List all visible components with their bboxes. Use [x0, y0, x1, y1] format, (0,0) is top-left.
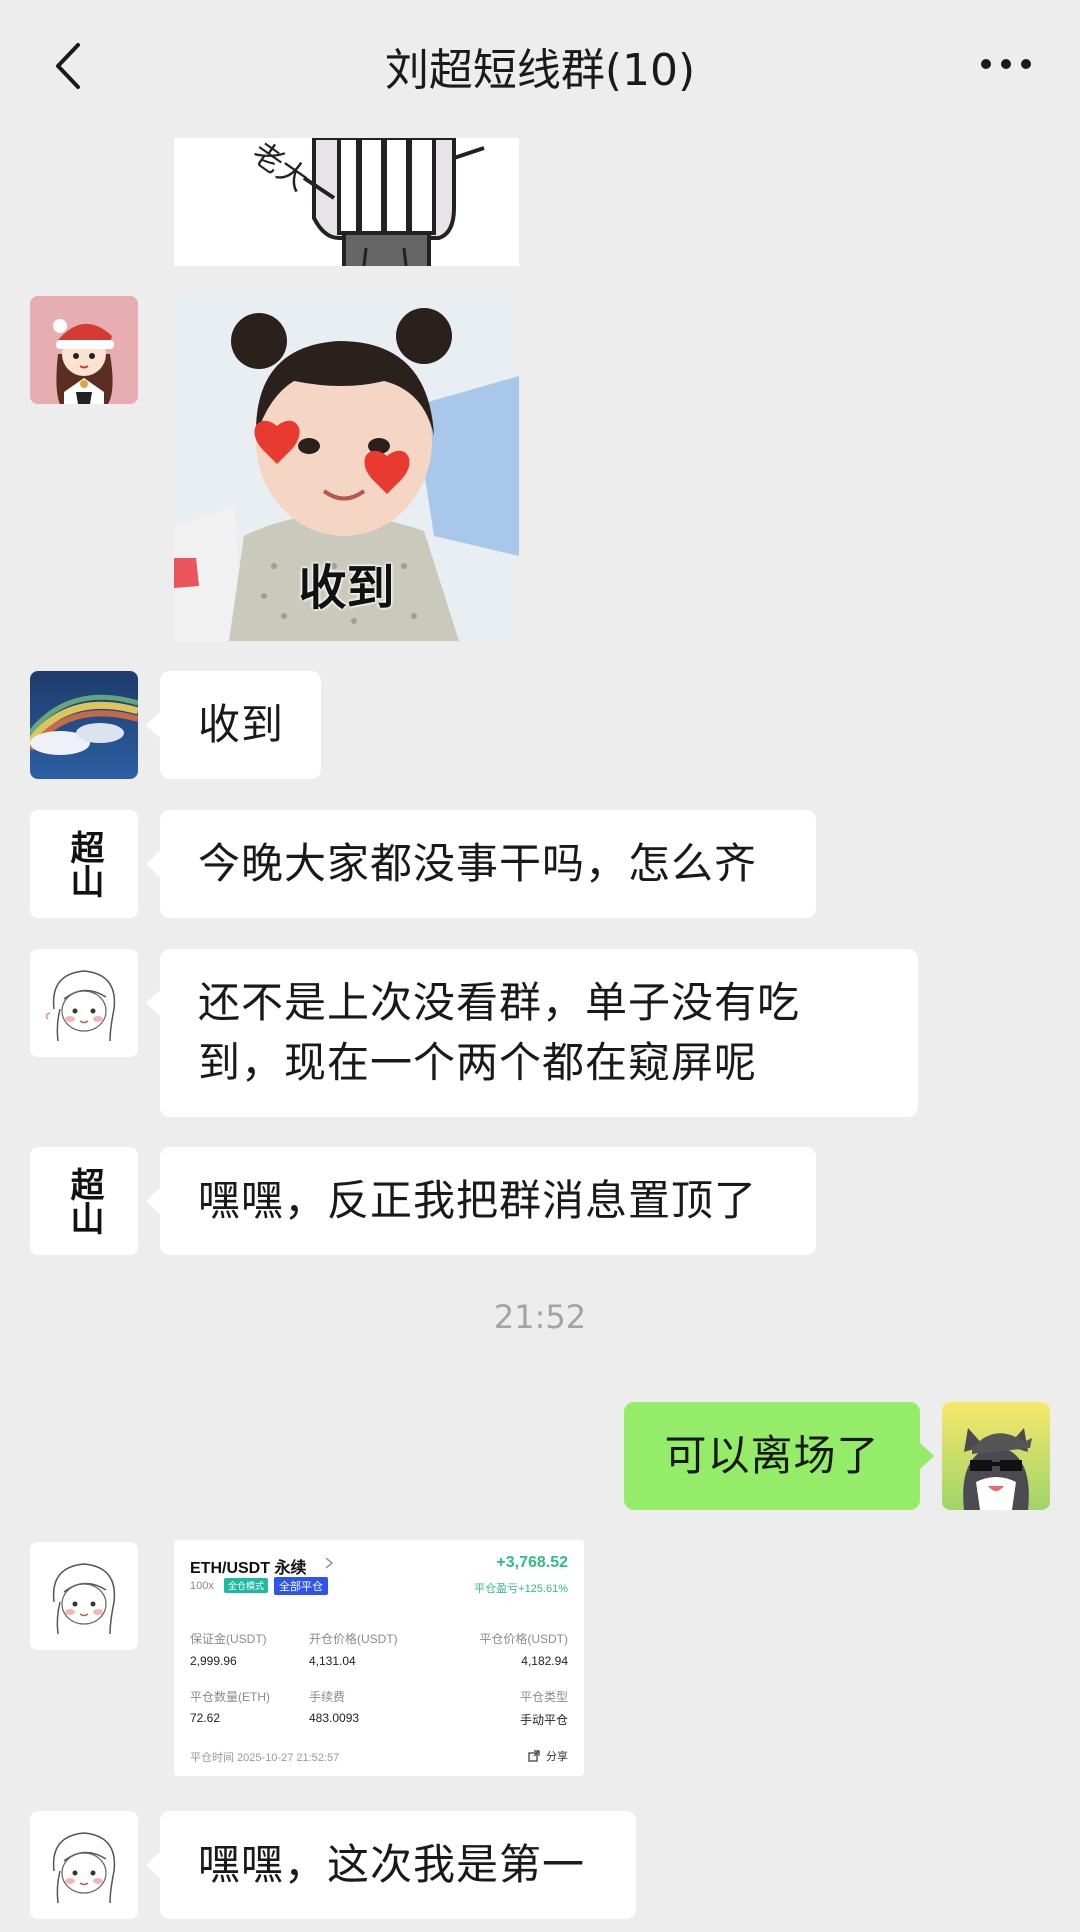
- avatar-sketch-girl[interactable]: [30, 1542, 138, 1650]
- trade-leverage: 100x: [190, 1580, 214, 1592]
- sketch-girl-icon: [30, 949, 138, 1057]
- back-button[interactable]: [36, 30, 98, 102]
- message-text: 嘿嘿，反正我把群消息置顶了: [198, 1176, 758, 1225]
- fee-label: 手续费: [309, 1690, 346, 1704]
- trade-pnl-label: 平仓盈亏+125.61%: [474, 1583, 568, 1595]
- message-text-line1: 还不是上次没看群，单子没有吃: [198, 978, 801, 1027]
- message-text: 可以离场了: [664, 1431, 880, 1480]
- avatar-christmas-girl[interactable]: [30, 296, 138, 404]
- sketch-girl-icon: [30, 1811, 138, 1919]
- rainbow-sky-icon: [30, 671, 138, 779]
- qty-label: 平仓数量(ETH): [190, 1690, 270, 1704]
- avatar-sketch-girl[interactable]: [30, 949, 138, 1057]
- sketch-girl-icon: [30, 1542, 138, 1650]
- message-text: 嘿嘿，这次我是第一: [198, 1840, 586, 1889]
- cartoon-figure-icon: [302, 138, 485, 266]
- trade-tag-close: 全部平仓: [274, 1577, 328, 1595]
- message-text-line2: 到，现在一个两个都在窥屏呢: [198, 1038, 758, 1087]
- trade-card-image[interactable]: ETH/USDT 永续 100x 全仓模式 全部平仓 +3,768.52 平仓盈…: [174, 1540, 584, 1776]
- fee-value: 483.0093: [309, 1711, 360, 1725]
- christmas-girl-icon: [30, 296, 138, 404]
- avatar-sketch-girl[interactable]: [30, 1811, 138, 1919]
- sticker-cartoon[interactable]: 老大: [174, 138, 519, 266]
- message-bubble[interactable]: 收到: [146, 671, 321, 779]
- trade-tag-mode: 全仓模式: [224, 1578, 269, 1593]
- more-dot: [1001, 59, 1011, 69]
- timestamp: 21:52: [493, 1298, 587, 1336]
- margin-label: 保证金(USDT): [190, 1632, 267, 1646]
- message-bubble[interactable]: 嘿嘿，这次我是第一: [146, 1811, 636, 1919]
- close-type-label: 平仓类型: [519, 1690, 568, 1704]
- avatar-rainbow[interactable]: [30, 671, 138, 779]
- sticker-caption: 收到: [298, 560, 395, 616]
- avatar-calligraphy[interactable]: 超山: [30, 810, 138, 918]
- more-button[interactable]: [966, 38, 1046, 90]
- open-price-label: 开仓价格(USDT): [309, 1632, 398, 1646]
- more-dot: [1021, 59, 1031, 69]
- message-bubble-self[interactable]: 可以离场了: [624, 1402, 934, 1510]
- cat-sunglasses-icon: [942, 1402, 1050, 1510]
- trade-pair: ETH/USDT 永续: [190, 1560, 307, 1577]
- avatar-calligraphy[interactable]: 超山: [30, 1147, 138, 1255]
- message-bubble[interactable]: 今晚大家都没事干吗，怎么齐: [146, 810, 816, 918]
- avatar-calligraphy-text: 超山: [64, 1167, 104, 1235]
- trade-pnl: +3,768.52: [496, 1554, 568, 1571]
- message-text: 今晚大家都没事干吗，怎么齐: [198, 839, 758, 888]
- avatar-calligraphy-text: 超山: [64, 830, 104, 898]
- close-price-value: 4,182.94: [521, 1654, 568, 1668]
- more-dot: [981, 59, 991, 69]
- chevron-right-icon: [325, 1557, 334, 1569]
- chat-title: 刘超短线群(10): [384, 45, 696, 96]
- share-label[interactable]: 分享: [546, 1748, 568, 1764]
- sticker-girl[interactable]: 收到: [174, 296, 519, 641]
- message-bubble[interactable]: 还不是上次没看群，单子没有吃 到，现在一个两个都在窥屏呢: [146, 949, 918, 1117]
- close-type-value: 手动平仓: [519, 1713, 568, 1727]
- close-price-label: 平仓价格(USDT): [479, 1632, 568, 1646]
- message-text: 收到: [198, 700, 285, 749]
- share-icon: [528, 1750, 540, 1762]
- close-time: 平仓时间 2025-10-27 21:52:57: [190, 1752, 340, 1764]
- open-price-value: 4,131.04: [309, 1654, 356, 1668]
- message-bubble[interactable]: 嘿嘿，反正我把群消息置顶了: [146, 1147, 816, 1255]
- qty-value: 72.62: [190, 1711, 221, 1725]
- chevron-left-icon: [56, 43, 80, 89]
- margin-value: 2,999.96: [190, 1654, 237, 1668]
- avatar-self-cat[interactable]: [942, 1402, 1050, 1510]
